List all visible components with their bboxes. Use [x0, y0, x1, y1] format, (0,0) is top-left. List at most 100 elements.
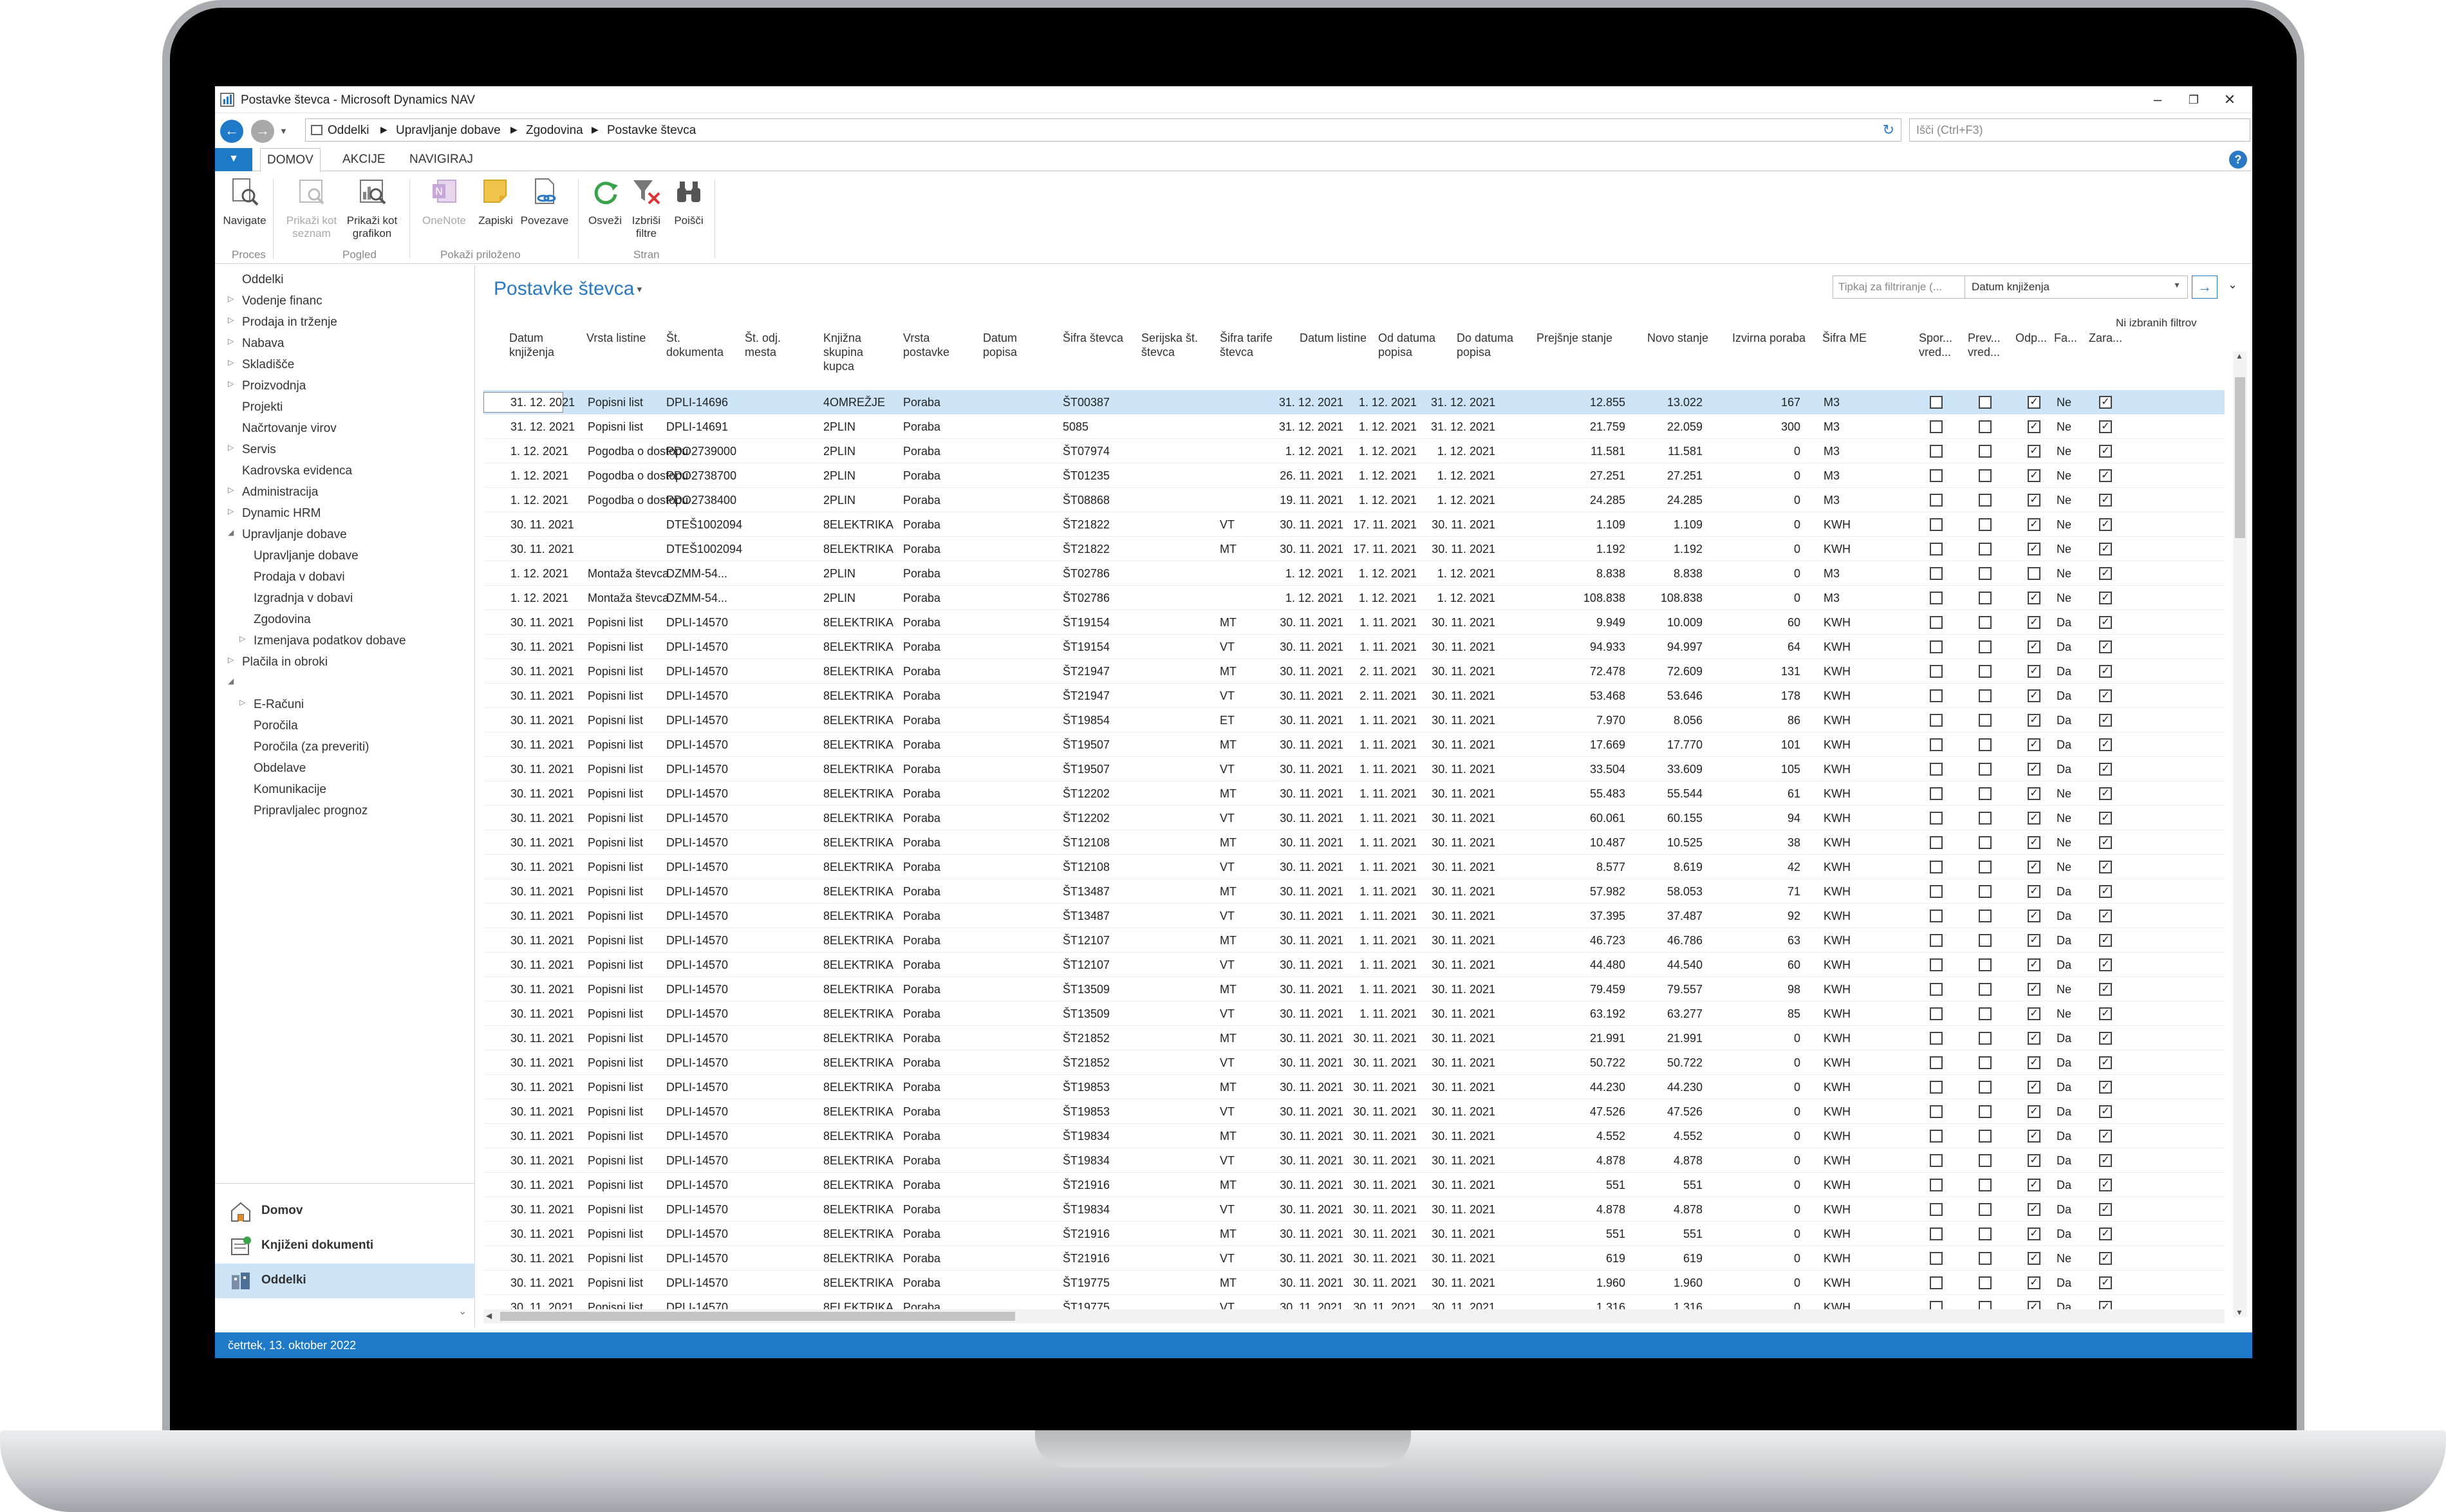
checkbox[interactable]: ✓	[2028, 1227, 2040, 1240]
checkbox[interactable]	[1930, 1081, 1943, 1094]
checkbox[interactable]	[1979, 396, 1992, 409]
checkbox[interactable]	[1979, 983, 1992, 996]
column-header[interactable]: Vrsta listine	[586, 331, 657, 345]
forward-button[interactable]: →	[251, 120, 274, 143]
table-row[interactable]: 30. 11. 2021 DTEŠ1002094 8ELEKTRIKA Poraba Š…	[483, 512, 2225, 537]
checkbox[interactable]	[1979, 714, 1992, 727]
nav-button-oddelki[interactable]: Oddelki	[215, 1264, 475, 1298]
table-row[interactable]: 30. 11. 2021 Popisni list DPLI-14570 8ELEKT…	[483, 708, 2225, 733]
refresh-button[interactable]: Osveži	[586, 176, 624, 227]
table-row[interactable]: 30. 11. 2021 Popisni list DPLI-14570 8ELEKT…	[483, 928, 2225, 953]
chevron-down-icon[interactable]: ⌄	[458, 1305, 467, 1318]
checkbox[interactable]: ✓	[2028, 714, 2040, 727]
column-header[interactable]: Knjižna skupina kupca	[823, 331, 894, 373]
breadcrumb-oddelki[interactable]: Oddelki	[328, 124, 369, 138]
checkbox[interactable]: ✓	[2099, 1203, 2112, 1216]
checkbox[interactable]: ✓	[2028, 738, 2040, 751]
nav-item-pla-ila-in-obroki[interactable]: ▷ Plačila in obroki	[228, 655, 328, 669]
checkbox[interactable]	[1930, 763, 1943, 776]
checkbox[interactable]	[1979, 1252, 1992, 1265]
checkbox[interactable]	[1979, 1227, 1992, 1240]
checkbox[interactable]: ✓	[2028, 420, 2040, 433]
column-header[interactable]: Št. dokumenta	[666, 331, 737, 359]
checkbox[interactable]	[1979, 543, 1992, 555]
table-row[interactable]: 30. 11. 2021 Popisni list DPLI-14570 8ELEKT…	[483, 1002, 2225, 1026]
checkbox[interactable]: ✓	[2099, 543, 2112, 555]
checkbox[interactable]: ✓	[2099, 592, 2112, 604]
nav-item-projekti[interactable]: Projekti	[242, 400, 283, 415]
table-row[interactable]: 31. 12. 2021 Popisni list DPLI-14691 2PLIN P…	[483, 415, 2225, 439]
checkbox[interactable]: ✓	[2099, 787, 2112, 800]
checkbox[interactable]: ✓	[2028, 1154, 2040, 1167]
nav-item-pripravljalec-prognoz[interactable]: Pripravljalec prognoz	[254, 804, 368, 818]
checkbox[interactable]	[1979, 1056, 1992, 1069]
checkbox[interactable]	[1979, 787, 1992, 800]
nav-item-prodaja-in-tr-enje[interactable]: ▷ Prodaja in trženje	[228, 315, 337, 330]
checkbox[interactable]: ✓	[2099, 738, 2112, 751]
checkbox[interactable]: ✓	[2099, 983, 2112, 996]
checkbox[interactable]	[1979, 958, 1992, 971]
onenote-button[interactable]: N OneNote	[418, 176, 470, 227]
checkbox[interactable]	[1979, 518, 1992, 531]
checkbox[interactable]	[1979, 1154, 1992, 1167]
checkbox[interactable]: ✓	[2028, 494, 2040, 507]
checkbox[interactable]: ✓	[2099, 494, 2112, 507]
table-row[interactable]: 30. 11. 2021 Popisni list DPLI-14570 8ELEKT…	[483, 855, 2225, 879]
column-header[interactable]: Izvirna poraba	[1732, 331, 1816, 345]
nav-item-upravljanje-dobave[interactable]: Upravljanje dobave	[254, 549, 359, 563]
checkbox[interactable]	[1979, 763, 1992, 776]
checkbox[interactable]	[1930, 494, 1943, 507]
table-row[interactable]: 30. 11. 2021 Popisni list DPLI-14570 8ELEKT…	[483, 635, 2225, 659]
column-header[interactable]: Od datuma popisa	[1378, 331, 1449, 359]
checkbox[interactable]: ✓	[2099, 1007, 2112, 1020]
checkbox[interactable]	[1979, 1081, 1992, 1094]
checkbox[interactable]: ✓	[2028, 1081, 2040, 1094]
nav-item-skladi-e[interactable]: ▷ Skladišče	[228, 358, 294, 372]
checkbox[interactable]: ✓	[2099, 1032, 2112, 1045]
column-header[interactable]: Novo stanje	[1647, 331, 1724, 345]
checkbox[interactable]	[1979, 836, 1992, 849]
checkbox[interactable]: ✓	[2028, 1179, 2040, 1191]
expand-arrow-icon[interactable]: ▷	[239, 698, 245, 707]
checkbox[interactable]: ✓	[2099, 910, 2112, 922]
nav-item-na-rtovanje-virov[interactable]: Načrtovanje virov	[242, 422, 337, 436]
checkbox[interactable]: ✓	[2028, 518, 2040, 531]
clear-filters-button[interactable]: Izbriši filtre	[627, 176, 666, 240]
column-header[interactable]: Datum knjiženja	[509, 331, 580, 359]
checkbox[interactable]	[1930, 1252, 1943, 1265]
checkbox[interactable]: ✓	[2099, 812, 2112, 825]
table-row[interactable]: 30. 11. 2021 Popisni list DPLI-14570 8ELEKT…	[483, 1075, 2225, 1099]
checkbox[interactable]: ✓	[2028, 469, 2040, 482]
close-button[interactable]: ✕	[2210, 89, 2249, 111]
checkbox[interactable]	[1979, 861, 1992, 873]
expand-arrow-icon[interactable]: ▷	[228, 655, 234, 664]
checkbox[interactable]	[1979, 689, 1992, 702]
checkbox[interactable]	[1979, 640, 1992, 653]
nav-item-zgodovina[interactable]: Zgodovina	[254, 613, 311, 627]
nav-item-dynamic-hrm[interactable]: ▷ Dynamic HRM	[228, 507, 321, 521]
checkbox[interactable]	[1930, 1154, 1943, 1167]
checkbox[interactable]: ✓	[2028, 640, 2040, 653]
table-row[interactable]: 1. 12. 2021 Pogodba o dostopu PDO2739000 2P…	[483, 439, 2225, 463]
nav-item-izgradnja-v-dobavi[interactable]: Izgradnja v dobavi	[254, 592, 353, 606]
checkbox[interactable]	[1930, 714, 1943, 727]
checkbox[interactable]: ✓	[2028, 689, 2040, 702]
show-as-list-button[interactable]: Prikaži kot seznam	[286, 176, 337, 240]
table-row[interactable]: 30. 11. 2021 Popisni list DPLI-14570 8ELEKT…	[483, 733, 2225, 757]
checkbox[interactable]: ✓	[2028, 885, 2040, 898]
table-row[interactable]: 30. 11. 2021 Popisni list DPLI-14570 8ELEKT…	[483, 1099, 2225, 1124]
checkbox[interactable]	[1930, 1105, 1943, 1118]
checkbox[interactable]	[1979, 494, 1992, 507]
nav-item-oddelki[interactable]: Oddelki	[242, 273, 283, 287]
nav-button-knji-eni-dokumenti[interactable]: Knjiženi dokumenti	[215, 1229, 475, 1264]
table-row[interactable]: 30. 11. 2021 Popisni list DPLI-14570 8ELEKT…	[483, 1148, 2225, 1173]
expand-arrow-icon[interactable]: ▷	[228, 358, 234, 367]
nav-item-poro-ila[interactable]: Poročila	[254, 719, 298, 733]
table-row[interactable]: 1. 12. 2021 Montaža števca DZMM-54... 2PLIN…	[483, 586, 2225, 610]
checkbox[interactable]: ✓	[2099, 1105, 2112, 1118]
checkbox[interactable]	[1979, 445, 1992, 458]
table-row[interactable]: 30. 11. 2021 Popisni list DPLI-14570 8ELEKT…	[483, 1026, 2225, 1050]
checkbox[interactable]: ✓	[2028, 396, 2040, 409]
checkbox[interactable]: ✓	[2099, 616, 2112, 629]
checkbox[interactable]	[1979, 1130, 1992, 1143]
